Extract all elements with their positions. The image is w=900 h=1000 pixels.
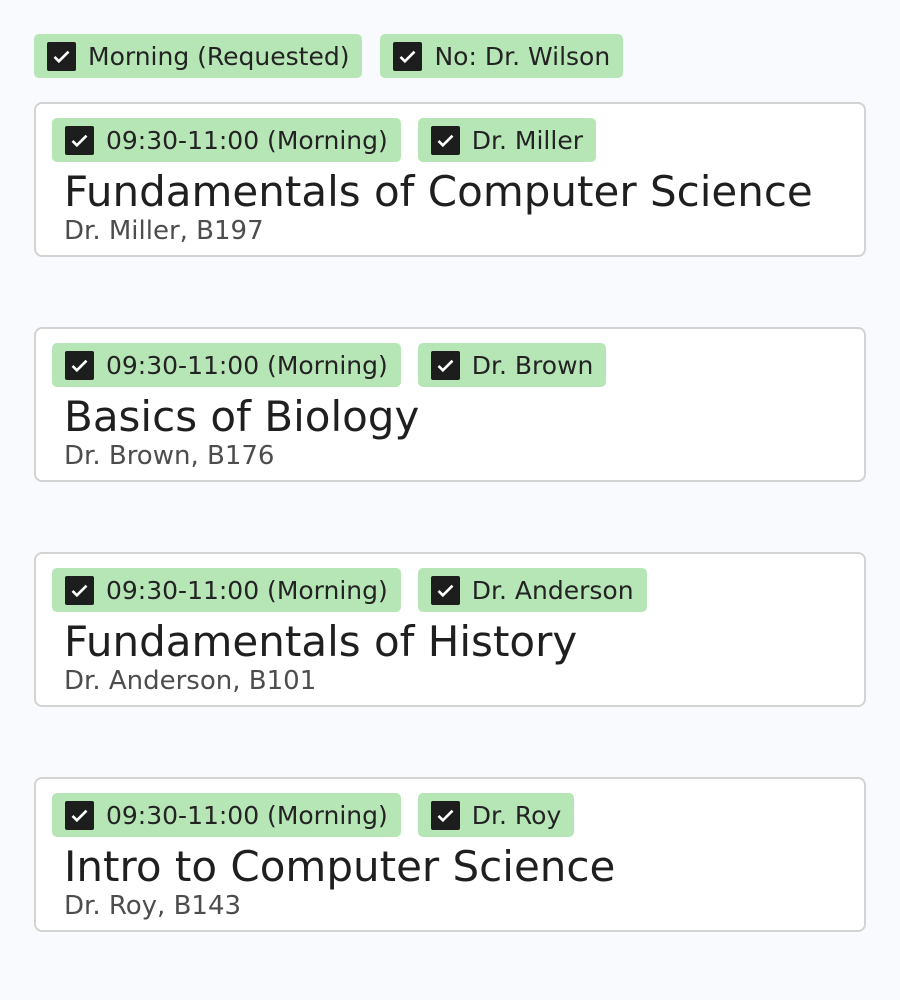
time-slot-tag[interactable]: 09:30-11:00 (Morning) <box>52 343 401 387</box>
time-slot-tag[interactable]: 09:30-11:00 (Morning) <box>52 793 401 837</box>
course-tags: 09:30-11:00 (Morning) Dr. Anderson <box>52 568 647 612</box>
checkbox-checked-icon[interactable] <box>430 575 460 605</box>
time-slot-label: 09:30-11:00 (Morning) <box>106 800 388 830</box>
course-title: Basics of Biology <box>64 392 420 441</box>
filter-tag-label: No: Dr. Wilson <box>434 41 611 71</box>
course-tags: 09:30-11:00 (Morning) Dr. Miller <box>52 118 596 162</box>
checkbox-checked-icon[interactable] <box>47 41 76 71</box>
course-instructor-room: Dr. Roy, B143 <box>64 891 242 921</box>
course-card[interactable]: 09:30-11:00 (Morning) Dr. Brown Basics o… <box>34 327 866 482</box>
course-tags: 09:30-11:00 (Morning) Dr. Brown <box>52 343 607 387</box>
filter-tag-label: Morning (Requested) <box>88 41 350 71</box>
instructor-tag[interactable]: Dr. Anderson <box>417 568 647 612</box>
time-slot-label: 09:30-11:00 (Morning) <box>106 575 388 605</box>
instructor-tag[interactable]: Dr. Miller <box>417 118 596 162</box>
filter-tag-time[interactable]: Morning (Requested) <box>34 34 363 78</box>
course-instructor-room: Dr. Brown, B176 <box>64 441 275 471</box>
course-title: Fundamentals of History <box>64 617 578 666</box>
filter-tags: Morning (Requested) No: Dr. Wilson <box>34 34 624 78</box>
course-card[interactable]: 09:30-11:00 (Morning) Dr. Miller Fundame… <box>34 102 866 257</box>
checkbox-checked-icon[interactable] <box>65 350 94 380</box>
filter-tag-instructor-exclusion[interactable]: No: Dr. Wilson <box>380 34 624 78</box>
checkbox-checked-icon[interactable] <box>65 800 94 830</box>
time-slot-tag[interactable]: 09:30-11:00 (Morning) <box>52 118 401 162</box>
time-slot-label: 09:30-11:00 (Morning) <box>106 125 388 155</box>
time-slot-label: 09:30-11:00 (Morning) <box>106 350 388 380</box>
instructor-label: Dr. Brown <box>471 350 594 380</box>
checkbox-checked-icon[interactable] <box>65 575 94 605</box>
instructor-tag[interactable]: Dr. Brown <box>417 343 607 387</box>
course-card[interactable]: 09:30-11:00 (Morning) Dr. Anderson Funda… <box>34 552 866 707</box>
course-title: Fundamentals of Computer Science <box>64 167 813 216</box>
course-card[interactable]: 09:30-11:00 (Morning) Dr. Roy Intro to C… <box>34 777 866 932</box>
checkbox-checked-icon[interactable] <box>393 41 423 71</box>
instructor-label: Dr. Anderson <box>471 575 634 605</box>
instructor-label: Dr. Roy <box>471 800 562 830</box>
checkbox-checked-icon[interactable] <box>430 125 460 155</box>
course-tags: 09:30-11:00 (Morning) Dr. Roy <box>52 793 575 837</box>
course-title: Intro to Computer Science <box>64 842 616 891</box>
checkbox-checked-icon[interactable] <box>430 350 460 380</box>
course-instructor-room: Dr. Anderson, B101 <box>64 666 317 696</box>
checkbox-checked-icon[interactable] <box>65 125 94 155</box>
course-instructor-room: Dr. Miller, B197 <box>64 216 264 246</box>
time-slot-tag[interactable]: 09:30-11:00 (Morning) <box>52 568 401 612</box>
checkbox-checked-icon[interactable] <box>430 800 460 830</box>
instructor-label: Dr. Miller <box>471 125 583 155</box>
instructor-tag[interactable]: Dr. Roy <box>417 793 575 837</box>
